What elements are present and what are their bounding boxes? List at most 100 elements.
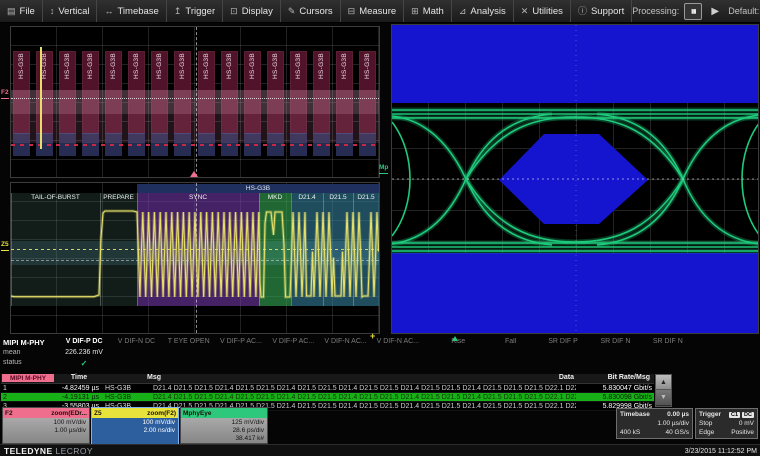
menu-item[interactable]: ↔ Timebase xyxy=(97,0,166,22)
menu-item-label: Analysis xyxy=(470,6,505,17)
mphyeye-trace-label[interactable]: Mp xyxy=(379,165,388,174)
menu-item[interactable]: ⊟ Measure xyxy=(341,0,405,22)
f2-trace-label[interactable]: F2 xyxy=(1,90,9,99)
measure-column-header[interactable]: Fall xyxy=(484,338,536,345)
time-column-header[interactable]: Time xyxy=(59,374,99,381)
row-bitrate: 5.830098 Gbit/s xyxy=(576,394,654,401)
processing-label: Processing: xyxy=(632,6,679,16)
timebase-title: Timebase xyxy=(620,410,650,419)
menu-item-label: Math xyxy=(423,6,444,17)
menu-item-icon: ↔ xyxy=(104,7,113,16)
f2-vertical-scale: 100 mV/div xyxy=(3,419,86,427)
f2-horizontal-scale: 1.00 µs/div xyxy=(3,427,86,435)
scroll-down-button[interactable]: ▼ xyxy=(656,390,671,405)
measure-column-header[interactable]: V DIF-P AC... xyxy=(215,338,267,345)
trigger-marker-icon[interactable] xyxy=(190,171,198,177)
low-level-dashed-line xyxy=(11,144,379,146)
menu-item-icon: ↥ xyxy=(174,7,182,16)
row-msg: HS-G3B xyxy=(99,385,153,392)
mask-top xyxy=(392,25,759,103)
menu-item-icon: ▤ xyxy=(7,7,16,16)
menu-item-icon: ⓘ xyxy=(578,7,587,16)
table-row[interactable]: 1 -4.82459 µs HS-G3B D21.4 D21.5 D21.5 D… xyxy=(1,384,654,393)
trigger-source-badge: C1 xyxy=(729,412,740,418)
burst-label: HS-G3B xyxy=(364,53,371,79)
menu-item[interactable]: ▤ File xyxy=(0,0,43,22)
measure-column-header[interactable]: V DIF-N AC... xyxy=(319,338,371,345)
f2-descriptor-box[interactable]: F2 zoom(EDr... 100 mV/div 1.00 µs/div xyxy=(2,407,90,444)
z5-descriptor-box[interactable]: Z5 zoom(F2) 100 mV/div 2.00 ns/div xyxy=(91,407,179,444)
burst-label: HS-G3B xyxy=(41,53,48,79)
measure-column-header[interactable]: Rise xyxy=(432,338,484,345)
trigger-position-line xyxy=(196,27,197,177)
status-bar: TELEDYNELECROY 3/23/2015 11:12:52 PM xyxy=(0,444,760,456)
menu-item-label: Cursors xyxy=(299,6,332,17)
menu-item[interactable]: ⊞ Math xyxy=(404,0,452,22)
data-column-header[interactable]: Data xyxy=(559,374,574,381)
burst-label: HS-G3B xyxy=(133,53,140,79)
menu-bar: ▤ File ↕ Vertical ↔ Timebase ↥ Trigger ⊡… xyxy=(0,0,760,23)
trigger-type: Edge xyxy=(699,428,714,437)
timebase-box[interactable]: Timebase 0.00 µs 1.00 µs/div 400 kS 40 G… xyxy=(616,408,693,439)
menu-item-icon: ⊞ xyxy=(411,7,419,16)
row-index: 1 xyxy=(1,385,15,392)
row-time: -4.82459 µs xyxy=(15,385,99,392)
timebase-sample-rate: 40 GS/s xyxy=(666,428,689,437)
table-scrollbar: ▲ ▼ xyxy=(655,374,672,407)
row-time: -4.19131 µs xyxy=(15,394,99,401)
mphyeye-descriptor-box[interactable]: MphyEye 125 mV/div 28.6 ps/div 38.417 k# xyxy=(180,407,268,444)
measure-column-header[interactable]: V DIF-N AC... xyxy=(372,338,424,345)
menu-item-icon: ✎ xyxy=(288,7,296,16)
default-label: Default: xyxy=(728,6,759,16)
measure-column-header[interactable]: T EYE OPEN xyxy=(163,338,215,345)
menu-item[interactable]: ✎ Cursors xyxy=(281,0,341,22)
row-msg: HS-G3B xyxy=(99,394,153,401)
measure-column-header[interactable]: SR DIF P xyxy=(537,338,589,345)
pause-button[interactable]: ▮▮ xyxy=(684,3,702,20)
scroll-up-button[interactable]: ▲ xyxy=(656,375,671,390)
timebase-samples: 400 kS xyxy=(620,428,640,437)
rise-column-marker-icon xyxy=(452,336,458,341)
burst-label: HS-G3B xyxy=(318,53,325,79)
measure-column-header[interactable]: V DIF-N DC xyxy=(110,338,162,345)
measure-column-header[interactable]: SR DIF N xyxy=(589,338,641,345)
z5-vertical-scale: 100 mV/div xyxy=(92,419,175,427)
decode-table: MIPI M-PHY Time Msg Data Bit Rate/Msg 1 … xyxy=(1,374,654,411)
mphyeye-horizontal-scale: 28.6 ps/div xyxy=(181,427,264,435)
trigger-level: 0 mV xyxy=(739,419,754,428)
menu-item[interactable]: ✕ Utilities xyxy=(514,0,571,22)
menu-item-icon: ↕ xyxy=(50,7,55,16)
z5-horizontal-scale: 2.00 ns/div xyxy=(92,427,175,435)
z5-zoom-panel[interactable]: HS-G3B TAIL-OF-BURST PREPARE SYNC MKD D2… xyxy=(10,182,380,334)
menu-item-icon: ⊡ xyxy=(230,7,238,16)
menu-item-label: Measure xyxy=(359,6,396,17)
zoom-position-cursor[interactable] xyxy=(40,47,42,149)
eye-diagram-panel[interactable] xyxy=(391,24,759,334)
trigger-box[interactable]: Trigger C1DC Stop 0 mV Edge Positive xyxy=(695,408,758,439)
zoom-highlight-band xyxy=(11,90,379,114)
burst-label: HS-G3B xyxy=(64,53,71,79)
table-row[interactable]: 2 -4.19131 µs HS-G3B D21.4 D21.5 D21.5 D… xyxy=(1,393,654,402)
burst-label: HS-G3B xyxy=(203,53,210,79)
menu-item[interactable]: ↥ Trigger xyxy=(167,0,223,22)
menu-item[interactable]: ⓘ Support xyxy=(571,0,632,22)
measure-column-header[interactable]: SR DIF N xyxy=(642,338,694,345)
menu-item-icon: ⊟ xyxy=(348,7,356,16)
f2-overview-panel[interactable]: HS-G3B HS-G3B HS-G3B HS-G3B HS-G3B HS-G3… xyxy=(10,26,380,178)
z5-waveform xyxy=(11,183,380,334)
measure-column-header[interactable]: V DIF-P AC... xyxy=(267,338,319,345)
protocol-badge[interactable]: MIPI M-PHY xyxy=(2,374,54,382)
measure-column-header[interactable]: V DIF-P DC xyxy=(58,338,110,345)
row-bitrate: 5.830047 Gbit/s xyxy=(576,385,654,392)
menu-item[interactable]: ⊡ Display xyxy=(223,0,281,22)
status-check-icon: ✓ xyxy=(58,359,110,368)
menu-item[interactable]: ↕ Vertical xyxy=(43,0,98,22)
menu-item[interactable]: ⊿ Analysis xyxy=(452,0,514,22)
timebase-scale: 1.00 µs/div xyxy=(657,419,689,428)
z5-trace-label[interactable]: Z5 xyxy=(1,242,9,251)
msg-column-header[interactable]: Msg xyxy=(147,374,161,381)
play-icon[interactable]: ▶ xyxy=(707,4,723,19)
menu-item-label: Trigger xyxy=(185,6,215,17)
menu-item-label: Support xyxy=(591,6,624,17)
bitrate-column-header[interactable]: Bit Rate/Msg xyxy=(608,374,650,381)
